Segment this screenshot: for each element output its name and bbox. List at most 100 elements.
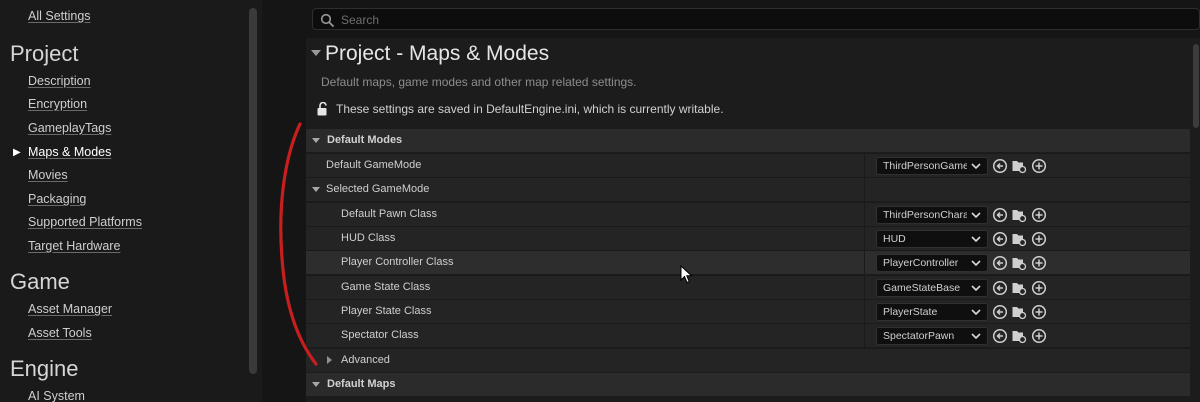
- use-selected-icon[interactable]: [992, 328, 1008, 344]
- property-row-default-gamemode: Default GameMode ThirdPersonGame: [306, 153, 1200, 177]
- expand-caret-icon[interactable]: [327, 356, 332, 364]
- advanced-label: Advanced: [341, 354, 390, 366]
- sidebar-item-asset-manager[interactable]: Asset Manager: [28, 302, 112, 316]
- sidebar-all-settings[interactable]: All Settings: [28, 9, 91, 23]
- sidebar-item-supported-platforms[interactable]: Supported Platforms: [28, 215, 142, 229]
- chevron-down-icon: [971, 163, 981, 170]
- page-subtitle: Default maps, game modes and other map r…: [321, 75, 637, 89]
- search-icon: [320, 13, 334, 27]
- use-selected-icon[interactable]: [992, 304, 1008, 320]
- add-new-icon[interactable]: [1031, 304, 1047, 320]
- browse-folder-icon[interactable]: [1011, 304, 1027, 320]
- property-row: Player Controller Class PlayerController: [306, 250, 1200, 274]
- chevron-down-icon: [971, 309, 981, 316]
- details-scrollbar-thumb[interactable]: [1193, 44, 1199, 128]
- property-label: Default Pawn Class: [341, 208, 437, 220]
- use-selected-icon[interactable]: [992, 231, 1008, 247]
- add-new-icon[interactable]: [1031, 231, 1047, 247]
- collapse-caret-icon[interactable]: [312, 187, 320, 192]
- add-new-icon[interactable]: [1031, 280, 1047, 296]
- sidebar-section-engine: Engine: [10, 356, 79, 381]
- chevron-down-icon: [971, 236, 981, 243]
- mouse-cursor-icon: [680, 265, 693, 284]
- category-default-modes[interactable]: Default Modes: [306, 129, 1200, 152]
- search-input[interactable]: [339, 11, 943, 29]
- chevron-down-icon: [971, 333, 981, 340]
- sidebar-section-game: Game: [10, 269, 70, 294]
- panel-gap: [262, 0, 306, 402]
- property-row: Spectator Class SpectatorPawn: [306, 323, 1200, 347]
- dropdown-value: PlayerController: [883, 257, 959, 269]
- browse-folder-icon[interactable]: [1011, 280, 1027, 296]
- settings-details-panel: Project - Maps & Modes Default maps, gam…: [306, 0, 1200, 402]
- class-picker-dropdown[interactable]: ThirdPersonGame: [876, 157, 988, 175]
- use-selected-icon[interactable]: [992, 158, 1008, 174]
- sidebar-item-packaging[interactable]: Packaging: [28, 192, 86, 206]
- active-item-arrow-icon: ▶: [13, 147, 21, 158]
- sidebar-item-target-hardware[interactable]: Target Hardware: [28, 239, 120, 253]
- collapse-caret-icon[interactable]: [312, 382, 320, 387]
- sidebar-item-gameplaytags[interactable]: GameplayTags: [28, 121, 111, 135]
- subcategory-selected-gamemode[interactable]: Selected GameMode: [306, 177, 1200, 201]
- browse-folder-icon[interactable]: [1011, 231, 1027, 247]
- class-picker-dropdown[interactable]: ThirdPersonChara: [876, 206, 988, 224]
- browse-folder-icon[interactable]: [1011, 158, 1027, 174]
- chevron-down-icon: [971, 285, 981, 292]
- sidebar-item-encryption[interactable]: Encryption: [28, 97, 87, 111]
- property-label: Player State Class: [341, 305, 432, 317]
- sidebar-item-asset-tools[interactable]: Asset Tools: [28, 326, 92, 340]
- dropdown-value: PlayerState: [883, 306, 938, 318]
- property-row: Player State Class PlayerState: [306, 299, 1200, 323]
- collapse-caret-icon[interactable]: [312, 138, 320, 143]
- header-collapse-caret-icon[interactable]: [311, 50, 321, 56]
- chevron-down-icon: [971, 212, 981, 219]
- browse-folder-icon[interactable]: [1011, 255, 1027, 271]
- lock-open-icon: [317, 102, 327, 116]
- settings-header: Project - Maps & Modes Default maps, gam…: [306, 38, 1200, 126]
- search-box[interactable]: [312, 8, 1200, 30]
- column-divider[interactable]: [864, 324, 865, 347]
- sidebar-scrollbar-thumb[interactable]: [249, 8, 257, 374]
- column-divider[interactable]: [864, 178, 865, 201]
- use-selected-icon[interactable]: [992, 280, 1008, 296]
- column-divider[interactable]: [864, 276, 865, 299]
- use-selected-icon[interactable]: [992, 255, 1008, 271]
- dropdown-value: ThirdPersonGame: [883, 160, 967, 172]
- column-divider[interactable]: [864, 227, 865, 250]
- column-divider[interactable]: [864, 251, 865, 274]
- add-new-icon[interactable]: [1031, 158, 1047, 174]
- sidebar-item-description[interactable]: Description: [28, 74, 91, 88]
- category-label: Default Maps: [327, 378, 396, 390]
- class-picker-dropdown[interactable]: GameStateBase: [876, 279, 988, 297]
- add-new-icon[interactable]: [1031, 207, 1047, 223]
- class-picker-dropdown[interactable]: PlayerController: [876, 254, 988, 272]
- sidebar-item-ai-system[interactable]: AI System: [28, 389, 85, 402]
- property-row: Default Pawn Class ThirdPersonChara: [306, 202, 1200, 226]
- sidebar-item-maps-modes[interactable]: Maps & Modes: [28, 145, 111, 159]
- use-selected-icon[interactable]: [992, 207, 1008, 223]
- add-new-icon[interactable]: [1031, 255, 1047, 271]
- dropdown-value: GameStateBase: [883, 282, 961, 294]
- browse-folder-icon[interactable]: [1011, 207, 1027, 223]
- sidebar-section-project: Project: [10, 41, 79, 66]
- column-divider[interactable]: [864, 203, 865, 226]
- browse-folder-icon[interactable]: [1011, 328, 1027, 344]
- category-label: Default Modes: [327, 134, 403, 146]
- dropdown-value: ThirdPersonChara: [883, 209, 967, 221]
- property-label: Spectator Class: [341, 329, 419, 341]
- column-divider[interactable]: [864, 154, 865, 177]
- property-row: Game State Class GameStateBase: [306, 275, 1200, 299]
- page-title: Project - Maps & Modes: [325, 42, 550, 65]
- search-row: [306, 0, 1200, 38]
- dropdown-value: SpectatorPawn: [883, 330, 955, 342]
- class-picker-dropdown[interactable]: PlayerState: [876, 303, 988, 321]
- add-new-icon[interactable]: [1031, 328, 1047, 344]
- class-picker-dropdown[interactable]: HUD: [876, 230, 988, 248]
- property-row-advanced[interactable]: Advanced: [306, 348, 1200, 372]
- property-label: Default GameMode: [326, 159, 422, 171]
- category-default-maps[interactable]: Default Maps: [306, 373, 1200, 396]
- chevron-down-icon: [971, 260, 981, 267]
- column-divider[interactable]: [864, 300, 865, 323]
- class-picker-dropdown[interactable]: SpectatorPawn: [876, 327, 988, 345]
- sidebar-item-movies[interactable]: Movies: [28, 168, 68, 182]
